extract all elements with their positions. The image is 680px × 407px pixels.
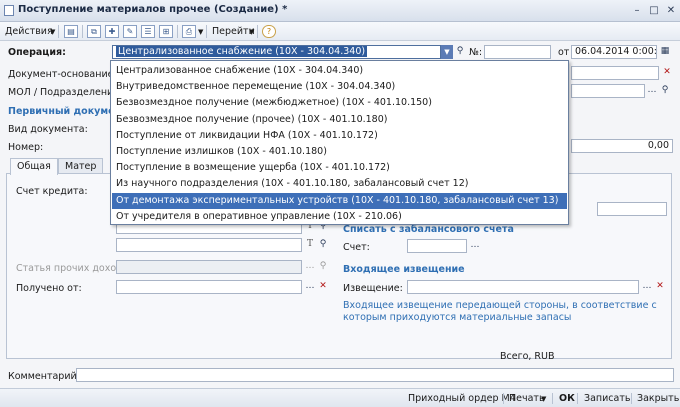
offbalance-account-select-button[interactable]: … (469, 239, 481, 253)
goto-chevron-icon[interactable]: ▼ (249, 28, 254, 36)
ok-button[interactable]: ОК (559, 393, 575, 404)
toolbar-separator (177, 25, 178, 38)
notice-field[interactable] (407, 280, 639, 294)
dropdown-option[interactable]: Централизованное снабжение (10Х - 304.04… (112, 63, 567, 79)
received-from-field[interactable] (116, 280, 302, 294)
toolbar-separator (82, 25, 83, 38)
other-income-select-button: … (305, 261, 315, 271)
dropdown-option[interactable]: Из научного подразделения (10Х - 401.10.… (112, 176, 567, 192)
operation-dropdown-button[interactable]: ▼ (441, 45, 453, 59)
dropdown-option[interactable]: Поступление от ликвидации НФА (10Х - 401… (112, 128, 567, 144)
mol-label: МОЛ / Подразделение: (8, 87, 123, 98)
total-label: Всего, RUB (500, 351, 555, 362)
clear-icon[interactable]: ✕ (654, 280, 666, 294)
print-chevron-icon[interactable]: ▼ (198, 28, 203, 36)
tree-icon[interactable]: ⊞ (159, 25, 173, 38)
credit-account-label: Счет кредита: (16, 186, 88, 197)
subconto2-field[interactable] (116, 238, 302, 252)
type-icon[interactable]: T (304, 238, 316, 252)
date-label: от (558, 47, 570, 58)
operation-selected-value: Централизованное снабжение (10Х - 304.04… (116, 46, 368, 57)
credit-account-field[interactable] (597, 202, 667, 216)
comment-label: Комментарий: (8, 371, 80, 382)
print-button[interactable]: Печать (509, 393, 545, 404)
offbalance-heading: Списать с забалансового счета (343, 224, 514, 235)
operation-dropdown-list[interactable]: Централизованное снабжение (10Х - 304.04… (110, 60, 569, 225)
operation-select[interactable]: Централизованное снабжение (10Х - 304.04… (112, 45, 441, 59)
dropdown-option[interactable]: Поступление излишков (10Х - 401.10.180) (112, 144, 567, 160)
toolbar-separator (58, 25, 59, 38)
copy-icon[interactable]: ⧉ (87, 25, 101, 38)
received-from-label: Получено от: (16, 283, 82, 294)
clear-icon[interactable]: ✕ (317, 280, 329, 294)
date-field[interactable]: 06.04.2014 0:00:00 (571, 45, 657, 59)
maximize-button[interactable]: □ (647, 5, 661, 17)
toolbar: Действия ▼ ▤ ⧉ ✚ ✎ ☰ ⊞ ⎙ ▼ Перейти ▼ ? (0, 22, 680, 41)
other-income-search-icon: ⚲ (319, 261, 327, 271)
print-icon[interactable]: ⎙ (182, 25, 196, 38)
mol-field[interactable] (571, 84, 645, 98)
dropdown-option[interactable]: От учредителя в оперативное управление (… (112, 209, 567, 225)
notice-hint-text: Входящее извещение передающей стороны, в… (343, 300, 657, 323)
dropdown-option[interactable]: Поступление в возмещение ущерба (10Х - 4… (112, 160, 567, 176)
new-icon[interactable]: ✚ (105, 25, 119, 38)
calendar-icon[interactable]: ▦ (659, 45, 671, 59)
received-from-select-button[interactable]: … (304, 280, 316, 294)
comment-field[interactable] (76, 368, 674, 382)
number2-label: Номер: (8, 142, 44, 153)
notice-label: Извещение: (343, 283, 403, 294)
list-icon[interactable]: ☰ (141, 25, 155, 38)
subconto2-search-icon[interactable]: ⚲ (317, 238, 329, 252)
window-title: Поступление материалов прочее (Создание)… (18, 4, 288, 15)
actions-menu[interactable]: Действия (5, 26, 53, 37)
primary-document-heading: Первичный докумен (8, 106, 122, 117)
document-type-label: Вид документа: (8, 124, 88, 135)
minimize-button[interactable]: – (630, 5, 644, 17)
command-bar: Приходный ордер М4 Печать ▼ ОК Записать … (0, 388, 680, 407)
clear-icon[interactable]: ✕ (661, 66, 673, 80)
command-separator (631, 393, 632, 404)
close-form-button[interactable]: Закрыть (637, 393, 679, 404)
operation-search-icon[interactable]: ⚲ (454, 45, 466, 59)
close-button[interactable]: ✕ (664, 5, 678, 17)
document-basis-label: Документ-основание: (8, 69, 117, 80)
tab-materials[interactable]: Матер (58, 158, 104, 174)
document-basis-field[interactable] (571, 66, 659, 80)
document-icon (4, 5, 14, 16)
notice-select-button[interactable]: … (641, 280, 653, 294)
number-label: №: (469, 47, 483, 58)
other-income-field (116, 260, 302, 274)
amount-field[interactable]: 0,00 (571, 139, 673, 153)
actions-chevron-icon[interactable]: ▼ (50, 28, 55, 36)
save-button[interactable]: Записать (584, 393, 630, 404)
print-menu-chevron-icon[interactable]: ▼ (541, 395, 546, 403)
offbalance-account-field[interactable] (407, 239, 467, 253)
account-label: Счет: (343, 242, 370, 253)
dropdown-option[interactable]: Безвозмездное получение (межбюджетное) (… (112, 95, 567, 111)
dropdown-option[interactable]: От демонтажа экспериментальных устройств… (112, 192, 567, 209)
dropdown-option[interactable]: Безвозмездное получение (прочее) (10Х - … (112, 112, 567, 128)
help-icon[interactable]: ? (262, 25, 276, 38)
command-separator (577, 393, 578, 404)
toolbar-separator (257, 25, 258, 38)
operation-label: Операция: (8, 47, 66, 58)
save-icon[interactable]: ▤ (64, 25, 78, 38)
mol-select-button[interactable]: … (646, 84, 658, 98)
incoming-notice-heading: Входящее извещение (343, 264, 465, 275)
command-separator (552, 393, 553, 404)
title-bar: Поступление материалов прочее (Создание)… (0, 0, 680, 22)
command-separator (503, 393, 504, 404)
edit-icon[interactable]: ✎ (123, 25, 137, 38)
mol-search-icon[interactable]: ⚲ (659, 84, 671, 98)
toolbar-separator (206, 25, 207, 38)
number-field[interactable] (484, 45, 551, 59)
dropdown-option[interactable]: Внутриведомственное перемещение (10Х - 3… (112, 79, 567, 95)
receipt-order-button[interactable]: Приходный ордер М4 (408, 393, 516, 404)
tab-general[interactable]: Общая (10, 158, 58, 175)
